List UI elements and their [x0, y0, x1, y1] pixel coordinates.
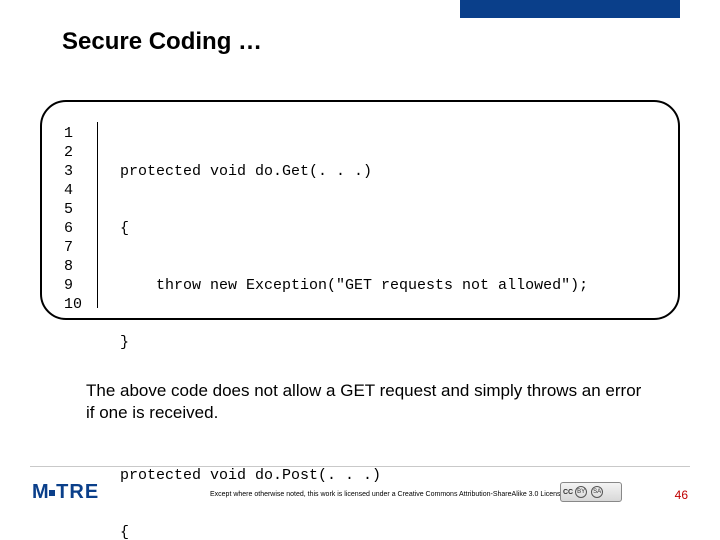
line-number: 10 — [64, 295, 97, 314]
line-number: 5 — [64, 200, 97, 219]
code-line: } — [120, 333, 668, 352]
line-number: 6 — [64, 219, 97, 238]
code-line: { — [120, 219, 668, 238]
logo-square-icon — [49, 490, 55, 496]
line-number: 9 — [64, 276, 97, 295]
line-number-column: 1 2 3 4 5 6 7 8 9 10 — [42, 122, 98, 308]
line-number: 4 — [64, 181, 97, 200]
code-line: { — [120, 523, 668, 540]
mitre-logo: M TRE — [32, 481, 99, 504]
code-flex: 1 2 3 4 5 6 7 8 9 10 protected void do.G… — [42, 122, 678, 308]
caption-text: The above code does not allow a GET requ… — [86, 380, 646, 424]
cc-by-icon: BY — [575, 486, 587, 498]
logo-letter-m: M — [32, 481, 49, 504]
line-number: 2 — [64, 143, 97, 162]
slide-root: Secure Coding … 1 2 3 4 5 6 7 8 9 10 pro… — [0, 0, 720, 540]
cc-sa-icon: SA — [591, 486, 603, 498]
line-number: 7 — [64, 238, 97, 257]
top-accent-bar — [460, 0, 680, 18]
logo-letters-tre: TRE — [56, 481, 99, 504]
footer-divider — [30, 466, 690, 467]
line-number: 3 — [64, 162, 97, 181]
page-number: 46 — [675, 488, 688, 502]
code-box: 1 2 3 4 5 6 7 8 9 10 protected void do.G… — [40, 100, 680, 320]
license-text: Except where otherwise noted, this work … — [210, 491, 564, 498]
slide-title: Secure Coding … — [62, 28, 262, 56]
code-column: protected void do.Get(. . .) { throw new… — [98, 122, 678, 308]
cc-label: CC — [563, 489, 573, 496]
line-number: 8 — [64, 257, 97, 276]
code-line: protected void do.Get(. . .) — [120, 162, 668, 181]
line-number: 1 — [64, 124, 97, 143]
cc-badge: CC BY SA — [560, 482, 622, 502]
code-line: throw new Exception("GET requests not al… — [120, 276, 668, 295]
